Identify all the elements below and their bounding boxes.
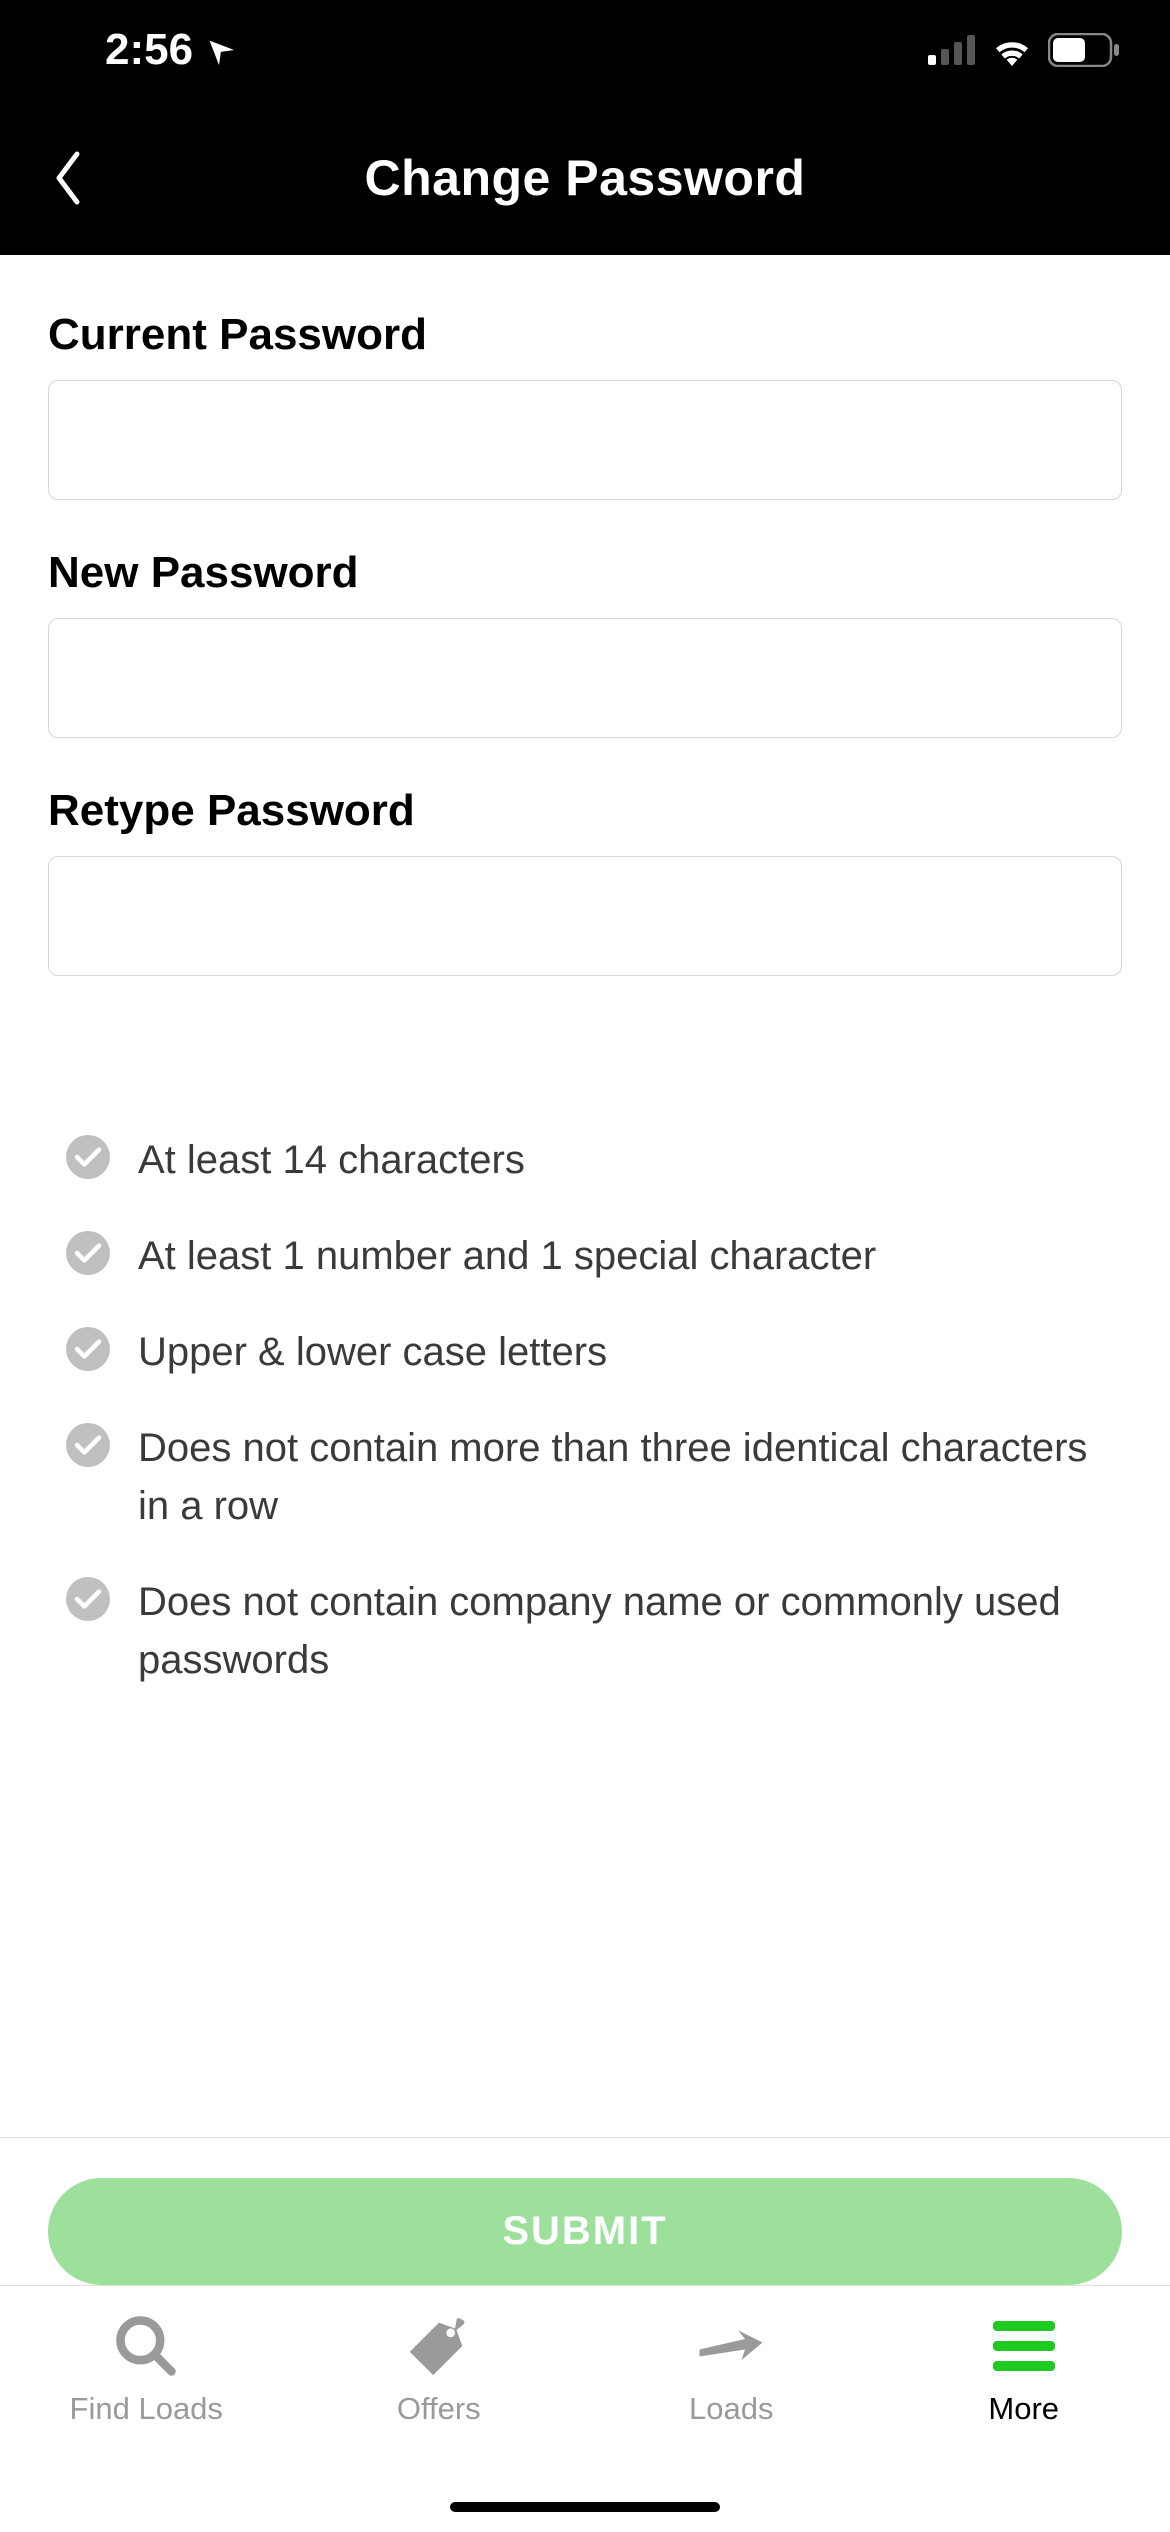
page-title: Change Password (365, 149, 806, 207)
requirement-item: At least 1 number and 1 special characte… (66, 1227, 1104, 1285)
new-password-label: New Password (48, 548, 1122, 598)
submit-button[interactable]: SUBMIT (48, 2178, 1122, 2285)
search-icon (109, 2311, 184, 2381)
check-circle-icon (66, 1327, 110, 1371)
new-password-input[interactable] (48, 618, 1122, 738)
retype-password-input[interactable] (48, 856, 1122, 976)
time-text: 2:56 (105, 25, 193, 75)
requirement-text: Upper & lower case letters (138, 1323, 607, 1381)
tag-icon (401, 2311, 476, 2381)
retype-password-group: Retype Password (48, 786, 1122, 976)
check-circle-icon (66, 1577, 110, 1621)
current-password-input[interactable] (48, 380, 1122, 500)
tab-find-loads[interactable]: Find Loads (0, 2311, 293, 2532)
tab-label: Find Loads (70, 2391, 223, 2427)
tab-bar: Find Loads Offers Loads More (0, 2285, 1170, 2532)
content-area: Current Password New Password Retype Pas… (0, 255, 1170, 1689)
current-password-group: Current Password (48, 310, 1122, 500)
submit-container: SUBMIT (0, 2137, 1170, 2285)
tab-label: More (988, 2391, 1059, 2427)
requirement-item: Upper & lower case letters (66, 1323, 1104, 1381)
requirement-text: At least 14 characters (138, 1131, 525, 1189)
tab-more[interactable]: More (878, 2311, 1170, 2532)
requirement-item: At least 14 characters (66, 1131, 1104, 1189)
status-time: 2:56 (105, 25, 235, 75)
arrow-icon (694, 2311, 769, 2381)
back-button[interactable] (42, 143, 92, 213)
tab-loads[interactable]: Loads (585, 2311, 878, 2532)
retype-password-label: Retype Password (48, 786, 1122, 836)
check-circle-icon (66, 1423, 110, 1467)
check-circle-icon (66, 1231, 110, 1275)
hamburger-icon (986, 2311, 1061, 2381)
status-bar: 2:56 (0, 0, 1170, 100)
chevron-left-icon (53, 150, 81, 206)
requirement-item: Does not contain company name or commonl… (66, 1573, 1104, 1689)
password-requirements: At least 14 characters At least 1 number… (48, 1131, 1122, 1689)
tab-label: Offers (397, 2391, 481, 2427)
tab-offers[interactable]: Offers (293, 2311, 586, 2532)
requirement-text: Does not contain company name or commonl… (138, 1573, 1104, 1689)
tab-label: Loads (689, 2391, 773, 2427)
check-circle-icon (66, 1135, 110, 1179)
battery-icon (1048, 33, 1120, 67)
wifi-icon (990, 34, 1034, 66)
requirement-text: At least 1 number and 1 special characte… (138, 1227, 876, 1285)
status-icons (928, 33, 1120, 67)
cellular-icon (928, 35, 976, 65)
current-password-label: Current Password (48, 310, 1122, 360)
new-password-group: New Password (48, 548, 1122, 738)
requirement-item: Does not contain more than three identic… (66, 1419, 1104, 1535)
location-icon (203, 34, 235, 66)
requirement-text: Does not contain more than three identic… (138, 1419, 1104, 1535)
home-indicator[interactable] (450, 2502, 720, 2512)
nav-header: Change Password (0, 100, 1170, 255)
